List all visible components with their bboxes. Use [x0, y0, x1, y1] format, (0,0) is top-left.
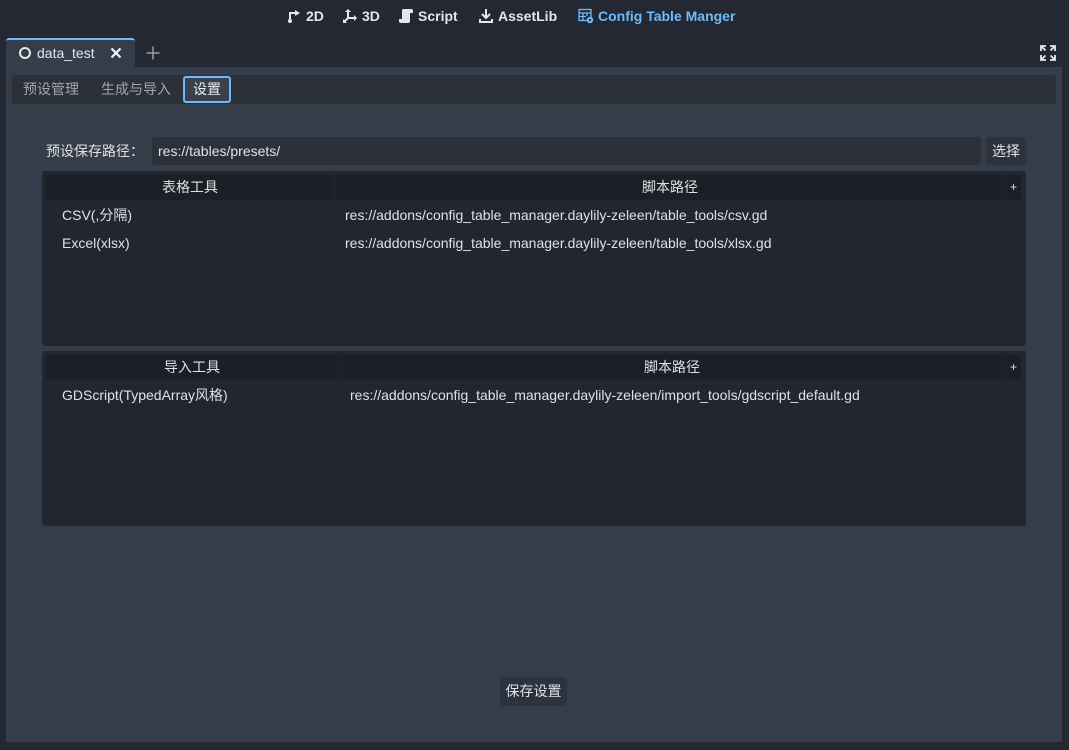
script-path-cell: res://addons/config_table_manager.daylil… — [345, 207, 768, 223]
add-table-tool-button[interactable]: + — [1006, 175, 1021, 200]
table-row[interactable]: Excel(xlsx) res://addons/config_table_ma… — [46, 229, 1022, 257]
preset-path-input[interactable] — [152, 137, 981, 165]
tool-name-cell: CSV(,分隔) — [62, 207, 132, 223]
column-header-import-tool: 导入工具 — [46, 355, 338, 380]
main-screen-assetlib-button[interactable]: AssetLib — [478, 4, 557, 28]
scene-tab-data-test[interactable]: data_test — [6, 38, 135, 68]
select-path-button[interactable]: 选择 — [986, 137, 1026, 165]
column-header-table-tool: 表格工具 — [46, 175, 334, 200]
main-screen-label: Script — [418, 8, 458, 24]
table-tools-tree[interactable]: 表格工具 脚本路径 + CSV(,分隔) res://addons/config… — [42, 171, 1026, 346]
tool-name-cell: GDScript(TypedArray风格) — [62, 387, 228, 403]
script-path-cell: res://addons/config_table_manager.daylil… — [345, 235, 772, 251]
save-settings-button[interactable]: 保存设置 — [500, 677, 567, 706]
tab-generate-import[interactable]: 生成与导入 — [90, 76, 182, 103]
script-icon — [398, 8, 414, 24]
settings-panel: 预设保存路径： 选择 表格工具 脚本路径 + CSV(,分隔) res://ad… — [12, 104, 1056, 735]
table-row[interactable]: GDScript(TypedArray风格) res://addons/conf… — [46, 381, 1022, 409]
table-icon — [578, 8, 594, 24]
main-screen-label: AssetLib — [498, 8, 558, 24]
main-screen-bar: 2D 3D Script AssetLib Config Table Mange… — [0, 0, 1069, 34]
main-screen-3d-button[interactable]: 3D — [342, 4, 380, 28]
scene-tab-label: data_test — [37, 45, 95, 61]
close-icon[interactable] — [110, 47, 122, 59]
main-screen-label: 3D — [362, 8, 380, 24]
add-import-tool-button[interactable]: + — [1006, 355, 1021, 380]
table-row[interactable]: CSV(,分隔) res://addons/config_table_manag… — [46, 201, 1022, 229]
2d-icon — [286, 8, 302, 24]
tab-settings[interactable]: 设置 — [183, 76, 231, 103]
column-header-script-path: 脚本路径 — [339, 355, 1005, 380]
scene-tab-bar: data_test — [0, 34, 1069, 68]
tab-preset-management[interactable]: 预设管理 — [12, 76, 90, 103]
main-screen-2d-button[interactable]: 2D — [286, 4, 324, 28]
3d-icon — [342, 8, 358, 24]
main-screen-script-button[interactable]: Script — [398, 4, 458, 28]
import-tools-tree[interactable]: 导入工具 脚本路径 + GDScript(TypedArray风格) res:/… — [42, 351, 1026, 526]
fullscreen-icon[interactable] — [1040, 45, 1056, 61]
preset-path-label: 预设保存路径： — [46, 143, 144, 159]
scene-circle-icon — [18, 46, 32, 60]
main-screen-label: Config Table Manger — [598, 8, 736, 24]
main-screen-config-table-manager-button[interactable]: Config Table Manger — [578, 4, 735, 28]
script-path-cell: res://addons/config_table_manager.daylil… — [350, 387, 860, 403]
plugin-tab-bar: 预设管理 生成与导入 设置 — [12, 75, 1056, 104]
assetlib-icon — [478, 8, 494, 24]
main-screen-label: 2D — [306, 8, 324, 24]
column-header-script-path: 脚本路径 — [335, 175, 1005, 200]
add-tab-icon[interactable] — [145, 45, 161, 61]
main-panel: 预设管理 生成与导入 设置 预设保存路径： 选择 表格工具 脚本路径 + CSV… — [6, 67, 1062, 742]
tool-name-cell: Excel(xlsx) — [62, 235, 130, 251]
